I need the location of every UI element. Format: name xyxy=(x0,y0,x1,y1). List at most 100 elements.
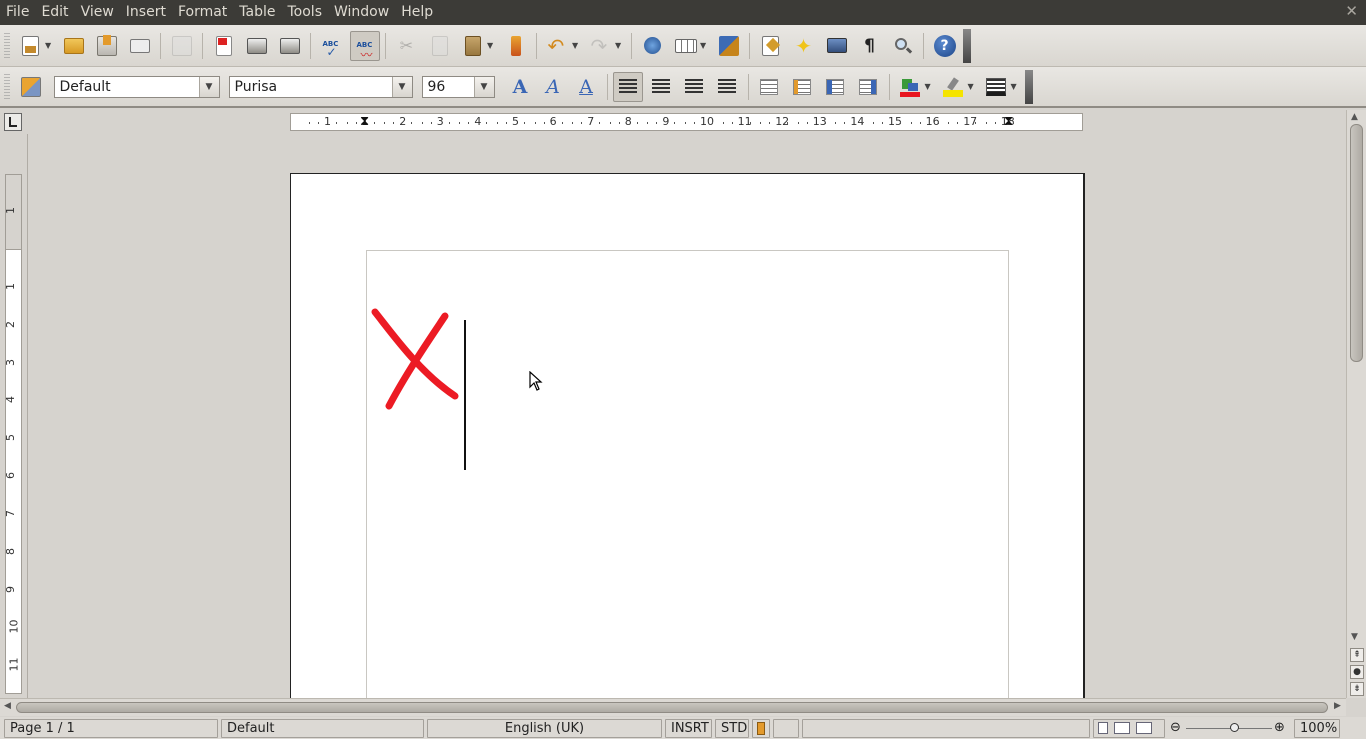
help-button[interactable]: ? xyxy=(930,31,960,61)
paste-button[interactable] xyxy=(458,31,488,61)
align-right-button[interactable] xyxy=(679,72,709,102)
new-document-button[interactable] xyxy=(16,31,46,61)
menu-view[interactable]: View xyxy=(75,0,120,25)
formatting-marks-button[interactable]: ¶ xyxy=(855,31,885,61)
save-button[interactable] xyxy=(92,31,122,61)
cut-button[interactable]: ✂ xyxy=(392,31,422,61)
gallery-button[interactable] xyxy=(822,31,852,61)
document-page[interactable] xyxy=(290,173,1085,698)
zoom-in-icon[interactable]: ⊕ xyxy=(1274,720,1285,735)
font-size-combo[interactable]: 96 ▼ xyxy=(421,75,495,98)
zoom-slider-thumb[interactable] xyxy=(1230,722,1239,732)
horizontal-scroll-thumb[interactable] xyxy=(16,702,1328,713)
menu-table[interactable]: Table xyxy=(233,0,281,25)
toolbar-overflow-handle[interactable] xyxy=(1024,69,1033,104)
spellcheck-button[interactable]: ABC ✓ xyxy=(317,31,347,61)
left-indent-marker[interactable]: ⧗ xyxy=(360,114,369,130)
scroll-up-arrow-icon[interactable]: ▲ xyxy=(1351,112,1358,122)
draw-functions-button[interactable] xyxy=(714,31,744,61)
redo-dropdown-arrow[interactable]: ▼ xyxy=(615,41,625,50)
scroll-down-arrow-icon[interactable]: ▼ xyxy=(1351,632,1358,642)
decrease-indent-button[interactable] xyxy=(820,72,850,102)
zoom-button[interactable] xyxy=(888,31,918,61)
menu-window[interactable]: Window xyxy=(328,0,395,25)
font-name-combo[interactable]: Purisa ▼ xyxy=(228,75,413,98)
background-color-dropdown-arrow[interactable]: ▼ xyxy=(1011,82,1021,91)
vertical-ruler[interactable]: 1 1 2 3 4 5 6 7 8 9 10 11 xyxy=(0,134,28,698)
align-center-button[interactable] xyxy=(646,72,676,102)
highlighting-dropdown-arrow[interactable]: ▼ xyxy=(968,82,978,91)
horizontal-scrollbar[interactable]: ◀ ▶ xyxy=(0,698,1346,716)
toolbar-grip[interactable] xyxy=(4,73,10,100)
menu-format[interactable]: Format xyxy=(172,0,233,25)
background-color-button[interactable] xyxy=(981,72,1011,102)
status-language[interactable]: English (UK) xyxy=(427,718,662,738)
document-modified-indicator[interactable] xyxy=(752,718,770,738)
undo-button[interactable]: ↶ xyxy=(543,31,573,61)
toolbar-overflow-handle[interactable] xyxy=(963,28,971,63)
scroll-left-arrow-icon[interactable]: ◀ xyxy=(4,701,11,711)
hyperlink-button[interactable] xyxy=(638,31,668,61)
horizontal-ruler[interactable]: 1 1 2 3 4 5 6 7 8 9 10 11 12 13 14 15 16 17 18 ⧗ ⧗ xyxy=(28,110,1346,134)
underline-button[interactable]: A xyxy=(571,72,601,102)
numbering-button[interactable] xyxy=(754,72,784,102)
status-page-style[interactable]: Default xyxy=(221,718,424,738)
clone-formatting-button[interactable] xyxy=(501,31,531,61)
insert-table-button[interactable] xyxy=(671,31,701,61)
status-insert-mode[interactable]: INSRT xyxy=(665,718,712,738)
toolbar-grip[interactable] xyxy=(4,32,10,59)
menu-edit[interactable]: Edit xyxy=(35,0,74,25)
new-dropdown-arrow[interactable]: ▼ xyxy=(45,41,55,50)
menu-file[interactable]: File xyxy=(0,0,35,25)
export-pdf-button[interactable] xyxy=(209,31,239,61)
next-page-button[interactable]: ⇟ xyxy=(1350,682,1364,696)
right-indent-marker[interactable]: ⧗ xyxy=(1004,114,1013,130)
paragraph-style-combo[interactable]: Default ▼ xyxy=(53,75,220,98)
status-page[interactable]: Page 1 / 1 xyxy=(4,718,218,738)
single-page-view-icon[interactable] xyxy=(1098,722,1108,734)
paragraph-style-dropdown-arrow[interactable]: ▼ xyxy=(198,76,219,97)
edit-file-button[interactable] xyxy=(167,31,197,61)
page-preview-button[interactable] xyxy=(275,31,305,61)
tab-stop-selector[interactable] xyxy=(4,113,22,131)
autospellcheck-button[interactable]: ABC 〰 xyxy=(349,30,380,62)
font-size-dropdown-arrow[interactable]: ▼ xyxy=(473,76,494,97)
increase-indent-button[interactable] xyxy=(853,72,883,102)
navigator-button[interactable]: ✦ xyxy=(789,31,819,61)
close-window-icon[interactable]: ✕ xyxy=(1345,2,1358,20)
menu-insert[interactable]: Insert xyxy=(120,0,172,25)
italic-button[interactable]: A xyxy=(538,72,568,102)
copy-button[interactable] xyxy=(425,31,455,61)
table-dropdown-arrow[interactable]: ▼ xyxy=(700,41,710,50)
font-color-dropdown-arrow[interactable]: ▼ xyxy=(925,82,935,91)
book-view-icon[interactable] xyxy=(1136,722,1152,734)
justify-button[interactable] xyxy=(712,72,742,102)
bold-button[interactable]: A xyxy=(505,72,535,102)
previous-page-button[interactable]: ⇞ xyxy=(1350,648,1364,662)
status-selection-mode[interactable]: STD xyxy=(715,718,749,738)
styles-formatting-button[interactable] xyxy=(16,72,46,102)
font-color-button[interactable] xyxy=(895,72,925,102)
navigation-button[interactable]: ● xyxy=(1350,665,1364,679)
email-document-button[interactable] xyxy=(125,31,155,61)
align-left-button[interactable] xyxy=(613,71,643,102)
open-button[interactable] xyxy=(59,31,89,61)
redo-button[interactable]: ↷ xyxy=(586,31,616,61)
zoom-slider[interactable]: ⊖ ⊕ xyxy=(1168,719,1288,738)
vertical-scroll-thumb[interactable] xyxy=(1350,124,1363,362)
scroll-right-arrow-icon[interactable]: ▶ xyxy=(1334,701,1341,711)
undo-dropdown-arrow[interactable]: ▼ xyxy=(572,41,582,50)
print-direct-button[interactable] xyxy=(242,31,272,61)
find-replace-button[interactable] xyxy=(756,31,786,61)
menu-help[interactable]: Help xyxy=(395,0,439,25)
multi-page-view-icon[interactable] xyxy=(1114,722,1130,734)
document-area[interactable] xyxy=(28,134,1346,698)
paste-dropdown-arrow[interactable]: ▼ xyxy=(487,41,497,50)
bullets-button[interactable] xyxy=(787,72,817,102)
font-name-dropdown-arrow[interactable]: ▼ xyxy=(391,76,412,97)
highlighting-button[interactable] xyxy=(938,72,968,102)
status-zoom[interactable]: 100% xyxy=(1294,718,1340,738)
vertical-scrollbar[interactable]: ▲ ▼ ⇞ ● ⇟ xyxy=(1346,110,1366,698)
menu-tools[interactable]: Tools xyxy=(282,0,329,25)
status-digital-signature[interactable] xyxy=(773,718,799,738)
